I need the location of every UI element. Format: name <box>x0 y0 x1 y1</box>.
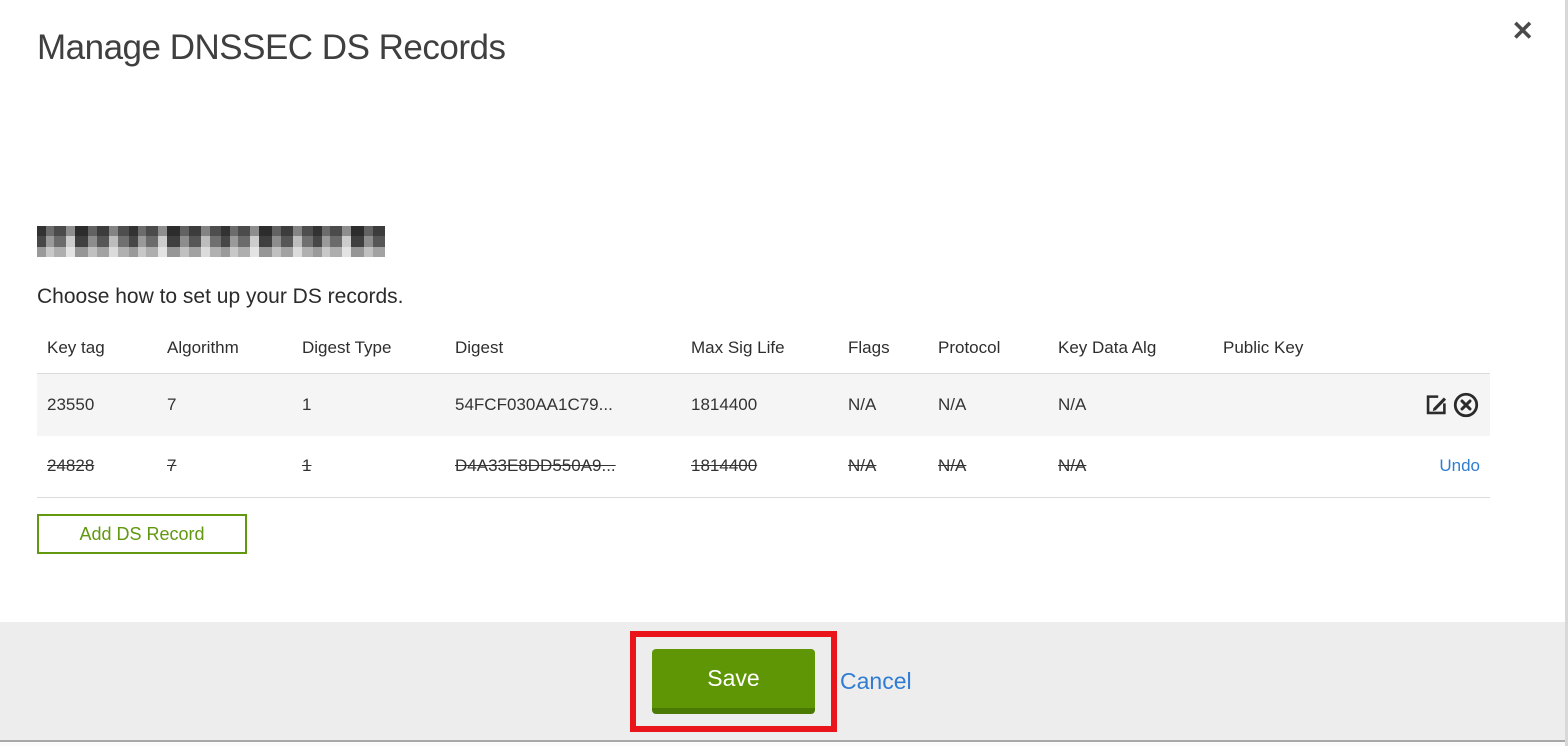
cell-max-sig-life: 1814400 <box>681 373 838 436</box>
cell-algorithm: 7 <box>157 373 292 436</box>
edit-record-button[interactable] <box>1423 391 1450 418</box>
cell-protocol: N/A <box>928 436 1048 498</box>
undo-link[interactable]: Undo <box>1439 456 1480 475</box>
cell-public-key <box>1213 436 1380 498</box>
cell-flags: N/A <box>838 373 928 436</box>
cell-public-key <box>1213 373 1380 436</box>
col-header-key-data-alg: Key Data Alg <box>1048 330 1213 374</box>
cell-digest: 54FCF030AA1C79... <box>445 373 681 436</box>
dnssec-modal: Manage DNSSEC DS Records ✕ Choose how to… <box>0 0 1568 746</box>
col-header-key-tag: Key tag <box>37 330 157 374</box>
col-header-max-sig-life: Max Sig Life <box>681 330 838 374</box>
row-actions <box>1380 373 1490 436</box>
cell-protocol: N/A <box>928 373 1048 436</box>
cell-algorithm: 7 <box>157 436 292 498</box>
col-header-protocol: Protocol <box>928 330 1048 374</box>
domain-name-redacted <box>37 226 385 257</box>
page-title: Manage DNSSEC DS Records <box>37 28 506 67</box>
table-row-deleted: 24828 7 1 D4A33E8DD550A9... 1814400 N/A … <box>37 436 1490 498</box>
delete-icon <box>1452 392 1480 422</box>
cell-max-sig-life: 1814400 <box>681 436 838 498</box>
col-header-algorithm: Algorithm <box>157 330 292 374</box>
table-row: 23550 7 1 54FCF030AA1C79... 1814400 N/A … <box>37 373 1490 436</box>
save-button[interactable]: Save <box>652 648 815 714</box>
table-header-row: Key tag Algorithm Digest Type Digest Max… <box>37 330 1490 374</box>
col-header-digest: Digest <box>445 330 681 374</box>
col-header-public-key: Public Key <box>1213 330 1380 374</box>
modal-body: Manage DNSSEC DS Records ✕ Choose how to… <box>0 0 1568 622</box>
close-icon[interactable]: ✕ <box>1511 18 1534 45</box>
col-header-digest-type: Digest Type <box>292 330 445 374</box>
window-bottom-edge <box>0 740 1568 746</box>
cell-key-data-alg: N/A <box>1048 373 1213 436</box>
col-header-flags: Flags <box>838 330 928 374</box>
ds-records-table: Key tag Algorithm Digest Type Digest Max… <box>37 330 1490 498</box>
cell-digest: D4A33E8DD550A9... <box>445 436 681 498</box>
cell-key-data-alg: N/A <box>1048 436 1213 498</box>
edit-icon <box>1423 395 1450 421</box>
cell-key-tag: 24828 <box>37 436 157 498</box>
cancel-link[interactable]: Cancel <box>840 668 912 695</box>
modal-footer: Save Cancel <box>0 622 1568 740</box>
cell-flags: N/A <box>838 436 928 498</box>
annotation-highlight-box: Save <box>630 630 837 732</box>
cell-digest-type: 1 <box>292 436 445 498</box>
add-ds-record-button[interactable]: Add DS Record <box>37 514 247 554</box>
instruction-text: Choose how to set up your DS records. <box>37 285 404 308</box>
cell-key-tag: 23550 <box>37 373 157 436</box>
delete-record-button[interactable] <box>1452 391 1480 419</box>
row-actions: Undo <box>1380 436 1490 498</box>
cell-digest-type: 1 <box>292 373 445 436</box>
col-header-actions <box>1380 330 1490 374</box>
